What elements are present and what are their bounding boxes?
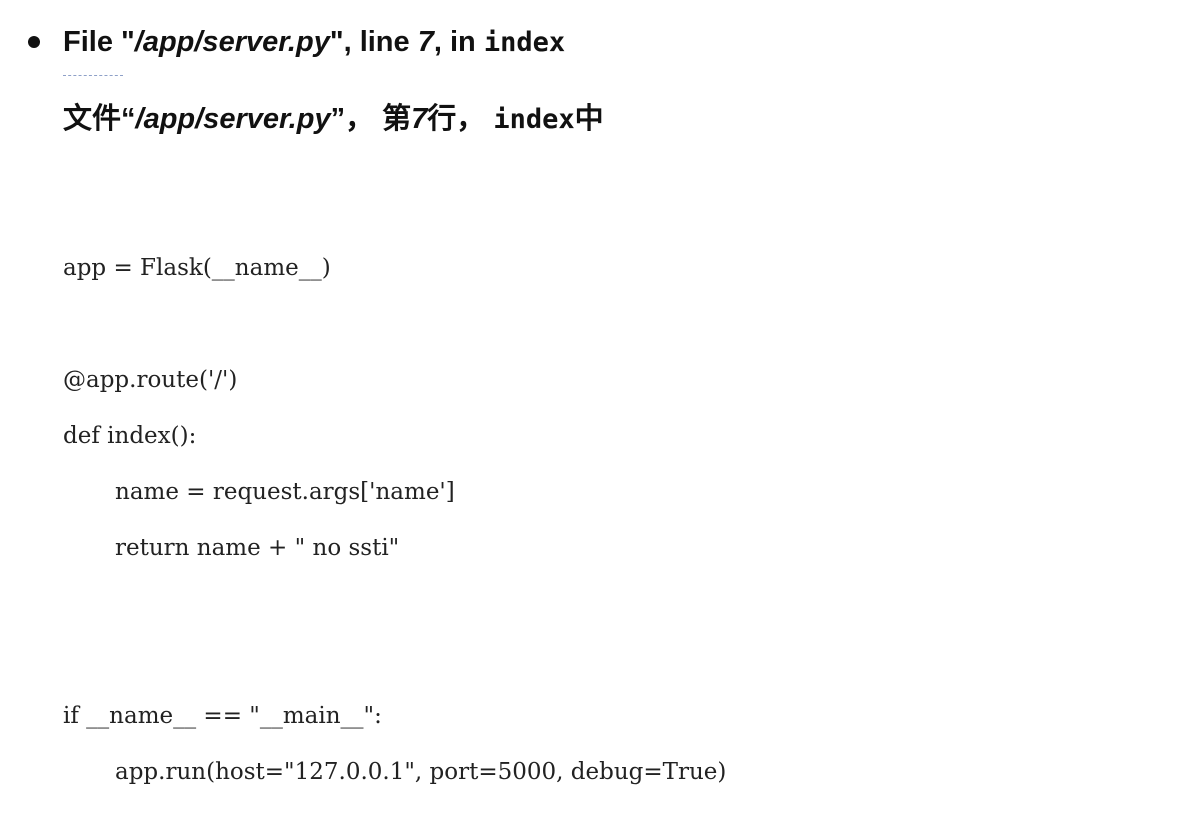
code-line: app = Flask(__name__): [63, 255, 331, 281]
heading-file-path: /app/server.py: [134, 25, 330, 58]
code-line: return name + " no ssti": [115, 535, 400, 561]
zh-line-number: 7: [411, 103, 428, 135]
heading-function-name: index: [483, 26, 566, 58]
code-line: name = request.args['name']: [115, 479, 455, 505]
code-line: app.run(host="127.0.0.1", port=5000, deb…: [115, 759, 727, 785]
zh-suffix: 中: [574, 103, 604, 135]
document-page: File "/app/server.py", line 7, in index …: [0, 0, 1182, 819]
heading-separator: , in: [433, 25, 484, 58]
bullet-icon: [28, 36, 40, 48]
code-line: @app.route('/'): [63, 367, 238, 393]
heading-line-number: 7: [417, 25, 434, 58]
zh-separator: 行，: [427, 103, 494, 135]
zh-prefix: 文件“: [63, 103, 136, 135]
code-line: if __name__ == "__main__":: [63, 703, 382, 729]
translation-divider: [63, 75, 123, 76]
heading-prefix: File ": [63, 25, 135, 58]
heading-middle: ", line: [329, 25, 418, 58]
zh-file-path: /app/server.py: [135, 103, 331, 135]
code-line: def index():: [63, 423, 197, 449]
translated-heading: 文件“/app/server.py”， 第7行， index中: [63, 99, 604, 140]
traceback-list-item: File "/app/server.py", line 7, in index: [28, 22, 565, 62]
zh-function-name: index: [493, 104, 575, 135]
traceback-heading: File "/app/server.py", line 7, in index: [63, 22, 565, 63]
zh-middle: ”， 第: [330, 103, 412, 135]
